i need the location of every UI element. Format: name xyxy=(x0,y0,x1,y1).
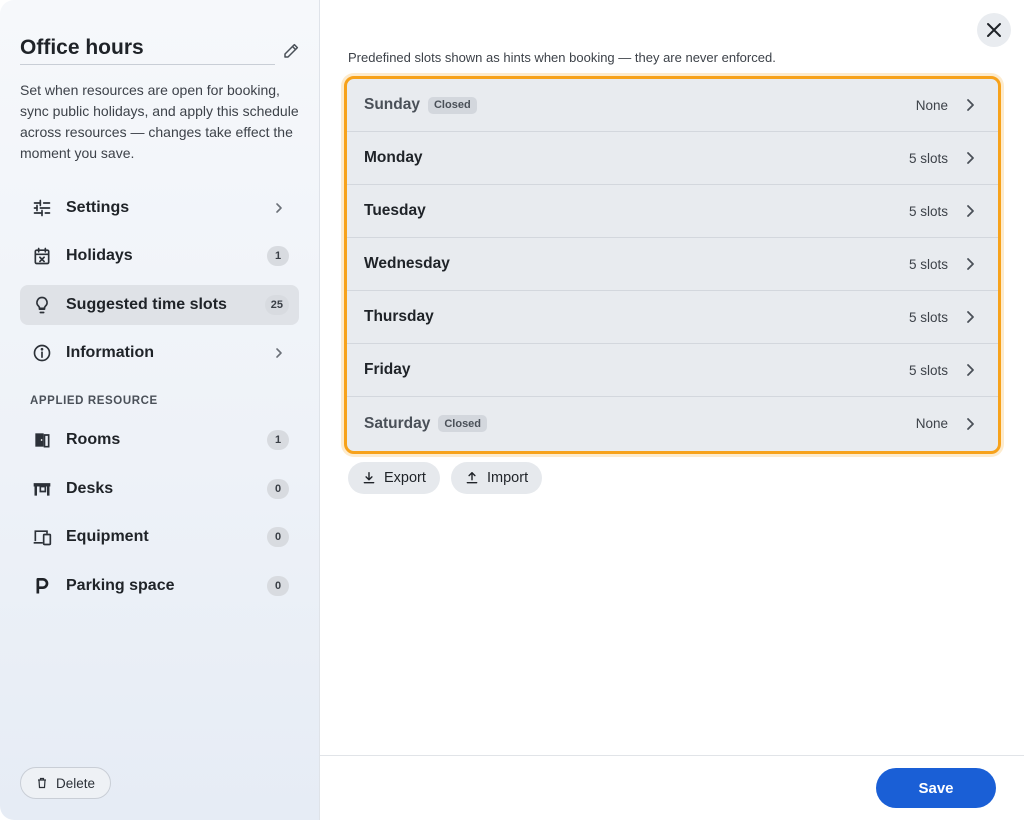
slot-count: 5 slots xyxy=(908,309,948,325)
day-name: Sunday xyxy=(364,96,420,113)
page-title[interactable]: Office hours xyxy=(20,36,275,65)
calendar-x-icon xyxy=(30,244,54,268)
nav-label: Settings xyxy=(66,199,130,216)
chevron-right-icon xyxy=(967,417,974,430)
resource-item-desks[interactable]: Desks 0 xyxy=(20,469,299,509)
chevron-right-icon xyxy=(967,258,974,270)
day-row-friday[interactable]: Friday 5 slots xyxy=(347,344,998,397)
lightbulb-icon xyxy=(30,293,54,317)
delete-label: Delete xyxy=(55,775,96,791)
devices-icon xyxy=(30,525,54,549)
days-list: Sunday Closed None Monday 5 slots Tuesda… xyxy=(344,76,1001,454)
hint-text: Predefined slots shown as hints when boo… xyxy=(348,50,776,65)
day-name: Saturday xyxy=(364,414,431,432)
chevron-right-icon xyxy=(967,311,974,323)
nav-label: Information xyxy=(66,344,154,361)
sidebar: Office hours Set when resources are open… xyxy=(0,0,320,820)
day-row-sunday[interactable]: Sunday Closed None xyxy=(347,79,998,132)
resource-item-rooms[interactable]: Rooms 1 xyxy=(20,420,299,460)
door-icon xyxy=(30,428,54,452)
close-icon xyxy=(987,23,1001,37)
count-badge: 1 xyxy=(267,430,289,450)
day-name: Monday xyxy=(364,149,423,166)
info-icon xyxy=(30,341,54,365)
main-panel: Predefined slots shown as hints when boo… xyxy=(320,0,1024,820)
save-button[interactable]: Save xyxy=(876,768,996,808)
count-badge: 0 xyxy=(267,576,289,596)
count-badge: 25 xyxy=(264,295,289,315)
upload-icon xyxy=(466,472,478,484)
desk-icon xyxy=(30,477,54,501)
pencil-icon[interactable] xyxy=(282,42,300,60)
slot-count: 5 slots xyxy=(908,150,948,166)
chevron-right-icon xyxy=(967,205,974,217)
nav-label: Holidays xyxy=(66,247,133,264)
nav-label: Desks xyxy=(66,480,114,497)
slot-count: 5 slots xyxy=(908,362,948,378)
parking-icon xyxy=(30,574,54,598)
chevron-right-icon xyxy=(967,364,974,376)
resource-item-equipment[interactable]: Equipment 0 xyxy=(20,517,299,557)
nav-label: Suggested time slots xyxy=(66,296,227,313)
export-button[interactable]: Export xyxy=(348,462,440,494)
nav-item-information[interactable]: Information xyxy=(20,333,299,373)
day-row-monday[interactable]: Monday 5 slots xyxy=(347,132,998,185)
nav-label: Parking space xyxy=(66,577,175,594)
chevron-right-icon xyxy=(276,203,282,213)
count-badge: 1 xyxy=(267,246,289,266)
trash-icon xyxy=(37,777,46,789)
day-row-tuesday[interactable]: Tuesday 5 slots xyxy=(347,185,998,238)
nav-label: Rooms xyxy=(66,431,121,448)
day-name: Friday xyxy=(364,361,411,378)
nav-item-settings[interactable]: Settings xyxy=(20,188,299,228)
closed-badge: Closed xyxy=(427,96,477,114)
nav-item-suggested-time-slots[interactable]: Suggested time slots 25 xyxy=(20,285,299,325)
delete-button[interactable]: Delete xyxy=(20,767,111,799)
slot-count: None xyxy=(915,97,948,113)
import-label: Import xyxy=(487,470,529,486)
close-button[interactable] xyxy=(977,13,1011,47)
slot-count: 5 slots xyxy=(908,256,948,272)
day-row-wednesday[interactable]: Wednesday 5 slots xyxy=(347,238,998,291)
sliders-icon xyxy=(30,196,54,220)
slot-count: None xyxy=(915,416,948,431)
nav-item-holidays[interactable]: Holidays 1 xyxy=(20,236,299,276)
count-badge: 0 xyxy=(267,479,289,499)
chevron-right-icon xyxy=(967,99,974,111)
download-icon xyxy=(363,472,375,484)
section-label: APPLIED RESOURCE xyxy=(30,395,158,407)
count-badge: 0 xyxy=(267,527,289,547)
import-button[interactable]: Import xyxy=(451,462,543,494)
closed-badge: Closed xyxy=(438,415,488,432)
resource-item-parking-space[interactable]: Parking space 0 xyxy=(20,566,299,606)
chevron-right-icon xyxy=(276,348,282,358)
day-row-thursday[interactable]: Thursday 5 slots xyxy=(347,291,998,344)
nav-label: Equipment xyxy=(66,528,149,545)
description: Set when resources are open for booking,… xyxy=(20,82,299,161)
slot-count: 5 slots xyxy=(908,203,948,219)
day-row-saturday[interactable]: Saturday Closed None xyxy=(347,397,998,450)
title-row: Office hours xyxy=(20,36,300,68)
day-name: Wednesday xyxy=(364,255,450,272)
day-name: Thursday xyxy=(364,308,434,325)
chevron-right-icon xyxy=(967,152,974,164)
export-label: Export xyxy=(384,470,426,486)
day-name: Tuesday xyxy=(364,202,426,219)
